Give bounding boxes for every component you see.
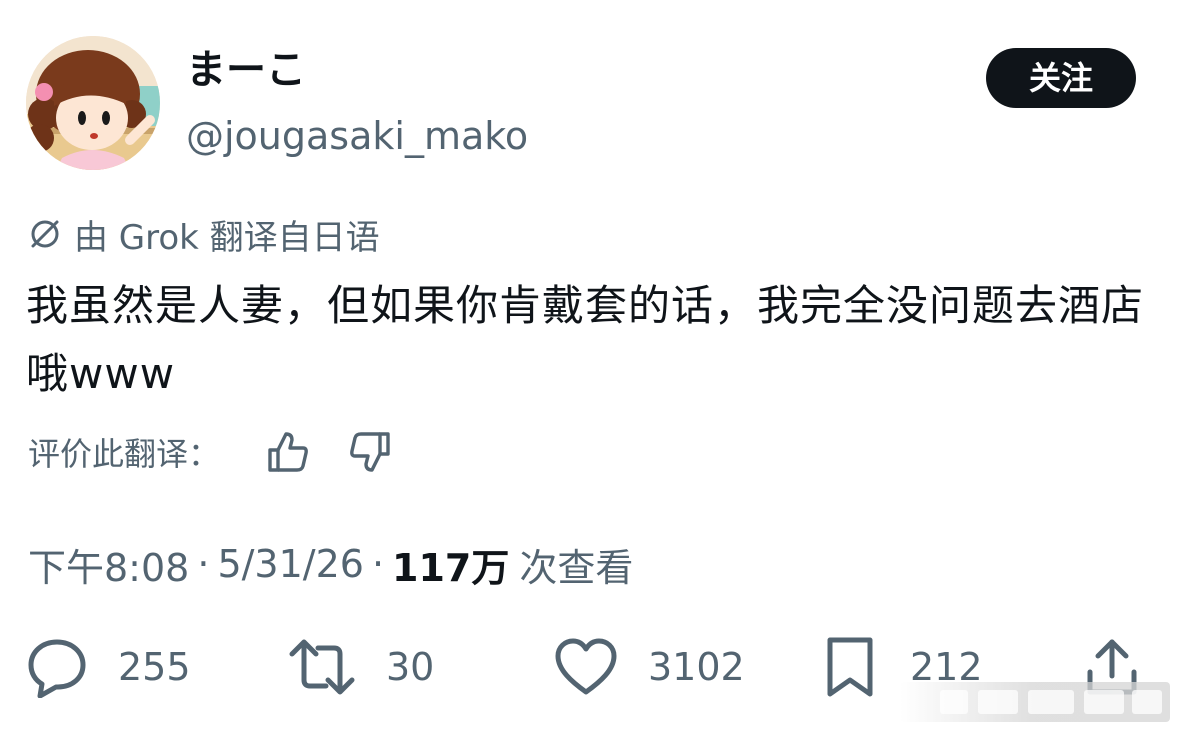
reply-button[interactable]: 255 bbox=[26, 632, 191, 702]
tweet-detail: まーこ @jougasaki_mako 关注 由 Grok 翻译自日语 我虽然是… bbox=[0, 0, 1179, 729]
views-count[interactable]: 117万 bbox=[392, 537, 509, 592]
watermark-mark bbox=[1028, 690, 1074, 714]
rate-translation-label: 评价此翻译： bbox=[28, 435, 221, 473]
watermark-mark bbox=[1132, 690, 1162, 714]
follow-button[interactable]: 关注 bbox=[986, 48, 1136, 108]
translation-note: 由 Grok 翻译自日语 bbox=[28, 210, 380, 258]
watermark bbox=[900, 682, 1170, 722]
tweet-time[interactable]: 下午8:08 bbox=[28, 537, 189, 592]
heart-icon bbox=[555, 638, 617, 695]
retweet-icon bbox=[289, 639, 355, 695]
like-count: 3102 bbox=[648, 645, 745, 689]
tweet-meta: 下午8:08 · 5/31/26 · 117万 次查看 bbox=[28, 536, 633, 592]
thumbs-down-icon bbox=[350, 432, 390, 472]
watermark-mark bbox=[940, 690, 968, 714]
like-button[interactable]: 3102 bbox=[554, 632, 745, 702]
user-names: まーこ @jougasaki_mako bbox=[186, 44, 528, 162]
user-handle[interactable]: @jougasaki_mako bbox=[186, 110, 528, 162]
avatar-image bbox=[26, 36, 160, 170]
thumbs-down-button[interactable] bbox=[344, 426, 396, 478]
display-name[interactable]: まーこ bbox=[186, 44, 528, 96]
tweet-text: 我虽然是人妻，但如果你肯戴套的话，我完全没问题去酒店哦www bbox=[26, 281, 1145, 398]
tweet-header: まーこ @jougasaki_mako 关注 bbox=[26, 36, 1136, 172]
meta-separator: · bbox=[371, 542, 385, 586]
watermark-mark bbox=[978, 690, 1018, 714]
reply-count: 255 bbox=[118, 645, 191, 689]
watermark-mark bbox=[1084, 690, 1124, 714]
thumbs-up-button[interactable] bbox=[262, 426, 314, 478]
retweet-button[interactable]: 30 bbox=[288, 632, 434, 702]
translation-label: 由 Grok 翻译自日语 bbox=[74, 217, 380, 258]
meta-separator: · bbox=[197, 542, 210, 586]
tweet-date[interactable]: 5/31/26 bbox=[217, 542, 364, 586]
views-label: 次查看 bbox=[519, 545, 634, 590]
reply-icon bbox=[28, 639, 86, 698]
bookmark-icon bbox=[827, 637, 873, 697]
avatar[interactable] bbox=[26, 36, 160, 170]
retweet-count: 30 bbox=[386, 645, 435, 689]
grok-icon bbox=[31, 220, 59, 248]
rate-translation: 评价此翻译： bbox=[28, 426, 396, 478]
thumbs-up-icon bbox=[268, 432, 308, 472]
